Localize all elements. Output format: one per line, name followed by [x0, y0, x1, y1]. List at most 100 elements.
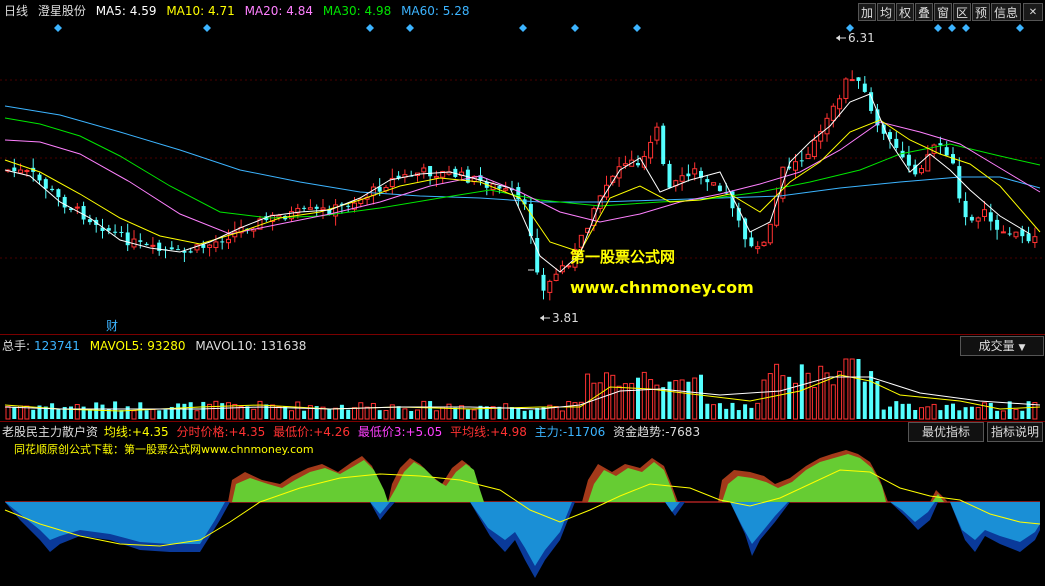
- diamond-marker: [1016, 24, 1024, 32]
- indicator-help-button[interactable]: 指标说明: [987, 422, 1043, 442]
- volume-bar: [113, 401, 118, 419]
- oscillator-chart[interactable]: [0, 440, 1045, 586]
- candle-body: [503, 188, 509, 191]
- candle-body: [975, 217, 981, 222]
- volume-bar: [245, 406, 250, 419]
- volume-bar: [667, 381, 672, 419]
- volume-bar: [837, 370, 843, 420]
- volume-bar: [138, 402, 143, 419]
- average-button[interactable]: 均: [877, 3, 895, 21]
- high-label: 6.31: [836, 31, 875, 45]
- volume-bar: [264, 404, 269, 419]
- watermark-url: www.chnmoney.com: [570, 278, 754, 297]
- volume-bar: [648, 379, 654, 420]
- rights-button[interactable]: 权: [896, 3, 914, 21]
- candle-body: [421, 167, 427, 173]
- volume-bar: [232, 403, 238, 420]
- ma10-readout: MA10: 4.71: [166, 4, 235, 18]
- candle-body: [837, 98, 843, 110]
- candle-body: [761, 241, 767, 247]
- candle-body: [799, 160, 804, 162]
- candle-body: [62, 196, 67, 208]
- ma10-line: [4, 119, 1041, 253]
- candle-body: [113, 231, 118, 233]
- candle-body: [553, 273, 559, 281]
- candle-body: [43, 179, 48, 189]
- volume-bars: [5, 358, 1038, 420]
- period-label[interactable]: 日线: [4, 0, 28, 22]
- volume-bar: [1007, 401, 1012, 419]
- candle-body: [138, 240, 143, 242]
- volume-bar: [81, 406, 86, 419]
- volume-bar: [566, 401, 572, 420]
- candle-body: [12, 167, 17, 172]
- volume-bar: [975, 407, 981, 420]
- diamond-marker: [203, 24, 211, 32]
- volume-bar: [906, 403, 911, 419]
- diamond-marker: [571, 24, 579, 32]
- candle-body: [856, 77, 861, 81]
- candle-body: [849, 79, 855, 82]
- candle-body: [226, 238, 231, 244]
- candle-body: [144, 243, 149, 246]
- ma30-readout: MA30: 4.98: [322, 4, 392, 18]
- volume-indicator-dropdown[interactable]: 成交量 ▼: [960, 336, 1044, 356]
- volume-bar: [957, 410, 962, 419]
- candle-body: [869, 92, 874, 111]
- candle-body: [547, 280, 553, 293]
- preview-button[interactable]: 预: [972, 3, 990, 21]
- window-button[interactable]: 窗: [934, 3, 952, 21]
- close-icon[interactable]: ✕: [1023, 3, 1043, 21]
- volume-bar: [516, 407, 521, 419]
- ma60-line: [4, 105, 1041, 203]
- add-button[interactable]: 加: [858, 3, 876, 21]
- best-indicator-button[interactable]: 最优指标: [908, 422, 984, 442]
- candle-body: [37, 174, 42, 181]
- candle-body: [428, 166, 433, 177]
- candle-body: [433, 175, 439, 179]
- volume-bar: [724, 408, 729, 419]
- candle-body: [938, 143, 943, 146]
- finance-marker[interactable]: 财: [106, 319, 118, 333]
- volume-bar: [787, 376, 792, 419]
- volume-bar: [1013, 408, 1019, 420]
- candle-body: [1026, 233, 1031, 242]
- volume-bar: [339, 404, 344, 419]
- volume-bar: [5, 406, 11, 420]
- candle-body: [963, 200, 968, 218]
- candle-body: [314, 206, 319, 209]
- diamond-marker: [406, 24, 414, 32]
- candle-body: [220, 241, 225, 243]
- price-chart[interactable]: 6.31 3.81 第一股票公式网 www.chnmoney.com 财: [0, 22, 1045, 334]
- overlay-button[interactable]: 叠: [915, 3, 933, 21]
- candle-body: [320, 207, 326, 211]
- diamond-marker: [948, 24, 956, 32]
- candle-body: [1007, 233, 1012, 235]
- volume-bar: [510, 407, 514, 419]
- info-button[interactable]: 信息: [991, 3, 1021, 21]
- volume-bar: [409, 410, 414, 419]
- candle-body: [944, 147, 949, 156]
- candle-body: [578, 234, 584, 248]
- volume-bar: [12, 406, 17, 419]
- volume-bar: [31, 409, 36, 419]
- volume-bar: [213, 400, 219, 420]
- volume-bar: [402, 408, 408, 420]
- candle-body: [636, 163, 640, 166]
- candle-body: [50, 188, 55, 191]
- volume-bar: [830, 384, 836, 420]
- chevron-down-icon: ▼: [1018, 343, 1026, 353]
- candle-body: [169, 247, 174, 250]
- volume-bar: [805, 372, 811, 420]
- volume-bar: [428, 401, 433, 419]
- volume-chart[interactable]: [0, 355, 1045, 420]
- volume-bar: [843, 358, 849, 420]
- candle-body: [87, 219, 92, 223]
- candle-body: [74, 206, 80, 209]
- candle-body: [188, 251, 193, 253]
- volume-bar: [894, 401, 899, 419]
- range-button[interactable]: 区: [953, 3, 971, 21]
- candle-body: [497, 186, 502, 189]
- volume-bar: [257, 400, 263, 420]
- volume-bar: [629, 382, 635, 420]
